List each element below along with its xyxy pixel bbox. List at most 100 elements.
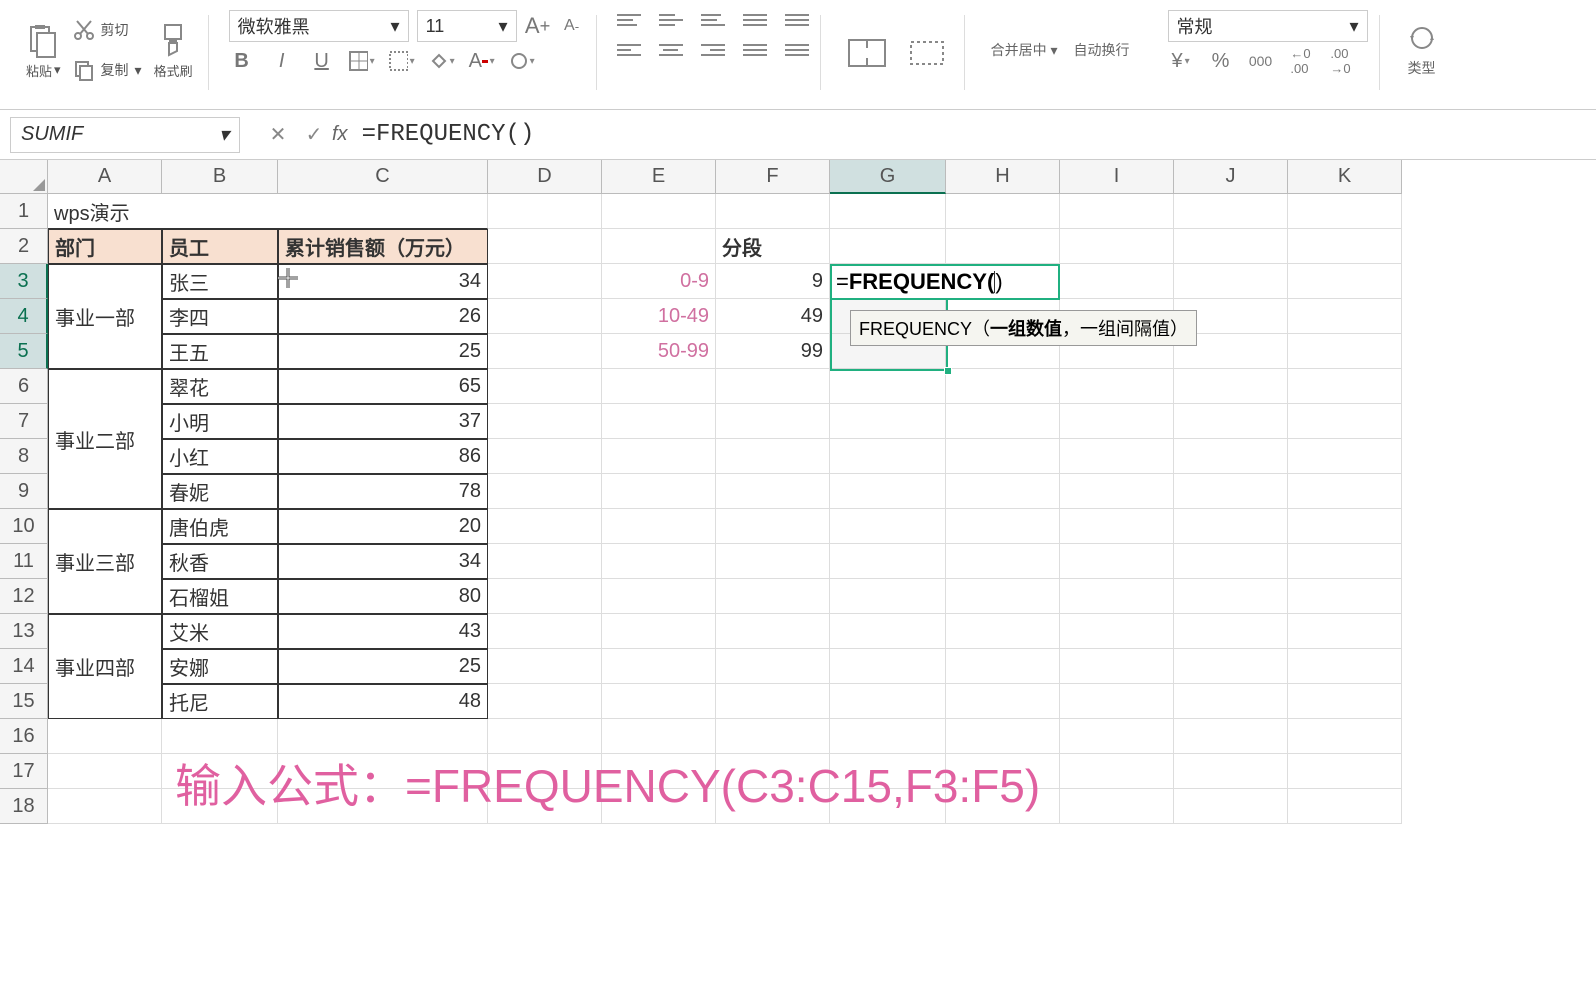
cell-E1[interactable] <box>602 194 716 229</box>
align-middle-button[interactable] <box>659 10 683 30</box>
cell-A17[interactable] <box>48 754 162 789</box>
cell-D13[interactable] <box>488 614 602 649</box>
cell-style-button[interactable] <box>389 48 415 74</box>
row-header[interactable]: 1 <box>0 194 48 229</box>
cell-B14[interactable]: 安娜 <box>162 649 278 684</box>
cell-E8[interactable] <box>602 439 716 474</box>
cell-I8[interactable] <box>1060 439 1174 474</box>
cell-B10[interactable]: 唐伯虎 <box>162 509 278 544</box>
align-center-button[interactable] <box>659 40 683 60</box>
column-header-A[interactable]: A <box>48 160 162 194</box>
cell-I9[interactable] <box>1060 474 1174 509</box>
row-header[interactable]: 14 <box>0 649 48 684</box>
increase-decimal-button[interactable]: ←0.00 <box>1288 48 1314 74</box>
wrap-text-button[interactable]: 自动换行 <box>1068 10 1136 90</box>
cell-I12[interactable] <box>1060 579 1174 614</box>
row-header[interactable]: 4 <box>0 299 48 334</box>
cell-G16[interactable] <box>830 719 946 754</box>
cell-K14[interactable] <box>1288 649 1402 684</box>
name-box[interactable]: SUMIF ▾ <box>10 117 240 153</box>
cell-A3[interactable]: 事业一部 <box>48 264 162 369</box>
cell-K8[interactable] <box>1288 439 1402 474</box>
cell-E2[interactable] <box>602 229 716 264</box>
cell-B7[interactable]: 小明 <box>162 404 278 439</box>
italic-button[interactable]: I <box>269 48 295 74</box>
distribute-button[interactable] <box>785 40 809 60</box>
cell-D11[interactable] <box>488 544 602 579</box>
cell-I3[interactable] <box>1060 264 1174 299</box>
cell-D10[interactable] <box>488 509 602 544</box>
cell-J12[interactable] <box>1174 579 1288 614</box>
cell-B2[interactable]: 员工 <box>162 229 278 264</box>
insert-cells-icon[interactable] <box>901 10 953 90</box>
cell-B12[interactable]: 石榴姐 <box>162 579 278 614</box>
decrease-font-button[interactable]: A- <box>559 13 585 39</box>
cell-D12[interactable] <box>488 579 602 614</box>
cell-J17[interactable] <box>1174 754 1288 789</box>
row-header[interactable]: 5 <box>0 334 48 369</box>
cell-H7[interactable] <box>946 404 1060 439</box>
merge-center-button[interactable]: 合并居中 ▾ <box>985 10 1064 90</box>
cell-F7[interactable] <box>716 404 830 439</box>
copy-button[interactable]: 复制 ▾ <box>69 57 146 83</box>
align-left-button[interactable] <box>617 40 641 60</box>
row-header[interactable]: 8 <box>0 439 48 474</box>
cell-F11[interactable] <box>716 544 830 579</box>
cell-E15[interactable] <box>602 684 716 719</box>
cell-I1[interactable] <box>1060 194 1174 229</box>
cell-C14[interactable]: 25 <box>278 649 488 684</box>
row-header[interactable]: 13 <box>0 614 48 649</box>
cell-C6[interactable]: 65 <box>278 369 488 404</box>
row-header[interactable]: 18 <box>0 789 48 824</box>
cell-C2[interactable]: 累计销售额（万元） <box>278 229 488 264</box>
cell-D2[interactable] <box>488 229 602 264</box>
cell-E11[interactable] <box>602 544 716 579</box>
cell-H10[interactable] <box>946 509 1060 544</box>
cell-G8[interactable] <box>830 439 946 474</box>
cell-G9[interactable] <box>830 474 946 509</box>
row-header[interactable]: 16 <box>0 719 48 754</box>
percent-button[interactable]: % <box>1208 48 1234 74</box>
cell-B3[interactable]: 张三 <box>162 264 278 299</box>
formula-input[interactable]: =FREQUENCY() <box>358 121 535 148</box>
row-header[interactable]: 2 <box>0 229 48 264</box>
cell-F1[interactable] <box>716 194 830 229</box>
cell-A18[interactable] <box>48 789 162 824</box>
cell-A6[interactable]: 事业二部 <box>48 369 162 509</box>
cell-J15[interactable] <box>1174 684 1288 719</box>
column-header-F[interactable]: F <box>716 160 830 194</box>
cell-D1[interactable] <box>488 194 602 229</box>
cell-formula-input[interactable]: =FREQUENCY() <box>830 264 1060 300</box>
cell-K11[interactable] <box>1288 544 1402 579</box>
cell-E7[interactable] <box>602 404 716 439</box>
cell-I6[interactable] <box>1060 369 1174 404</box>
cell-E12[interactable] <box>602 579 716 614</box>
cell-A10[interactable]: 事业三部 <box>48 509 162 614</box>
cell-K6[interactable] <box>1288 369 1402 404</box>
currency-button[interactable]: ¥ <box>1168 48 1194 74</box>
column-header-C[interactable]: C <box>278 160 488 194</box>
formula-accept-button[interactable]: ✓ <box>296 117 332 153</box>
cell-H6[interactable] <box>946 369 1060 404</box>
cell-E9[interactable] <box>602 474 716 509</box>
cell-K12[interactable] <box>1288 579 1402 614</box>
cell-F15[interactable] <box>716 684 830 719</box>
cell-A2[interactable]: 部门 <box>48 229 162 264</box>
cell-G2[interactable] <box>830 229 946 264</box>
cell-I14[interactable] <box>1060 649 1174 684</box>
row-header[interactable]: 6 <box>0 369 48 404</box>
row-header[interactable]: 11 <box>0 544 48 579</box>
cell-H16[interactable] <box>946 719 1060 754</box>
row-header[interactable]: 12 <box>0 579 48 614</box>
align-bottom-button[interactable] <box>701 10 725 30</box>
row-header[interactable]: 3 <box>0 264 48 299</box>
cell-K2[interactable] <box>1288 229 1402 264</box>
cell-H13[interactable] <box>946 614 1060 649</box>
cell-E16[interactable] <box>602 719 716 754</box>
justify-button[interactable] <box>743 40 767 60</box>
cell-J14[interactable] <box>1174 649 1288 684</box>
effects-button[interactable] <box>509 48 535 74</box>
cell-H12[interactable] <box>946 579 1060 614</box>
cell-J2[interactable] <box>1174 229 1288 264</box>
cell-I13[interactable] <box>1060 614 1174 649</box>
